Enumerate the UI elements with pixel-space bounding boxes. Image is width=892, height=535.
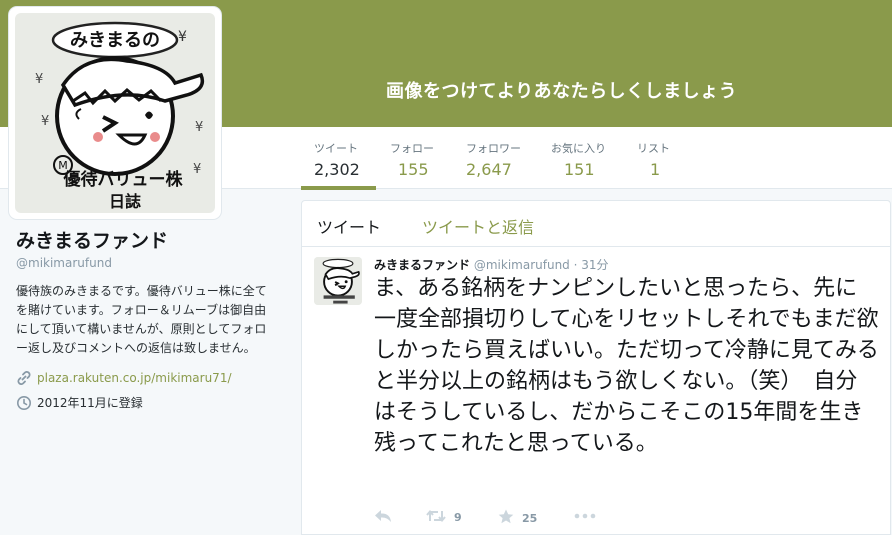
reply-icon xyxy=(374,509,400,526)
avatar-line1: 優待バリュー株 xyxy=(63,169,184,190)
clock-icon xyxy=(16,395,32,411)
profile-url-link[interactable]: plaza.rakuten.co.jp/mikimaru71/ xyxy=(37,371,232,385)
profile-card: みきまるファンド @mikimarufund 優待族のみきまるです。優待バリュー… xyxy=(16,226,276,411)
stat-label: リスト xyxy=(637,142,670,155)
tweet-timestamp[interactable]: 31分 xyxy=(581,258,608,272)
stat-lists[interactable]: リスト 1 xyxy=(637,140,670,179)
tweet-avatar[interactable] xyxy=(314,257,362,305)
tweet-text: ま、ある銘柄をナンピンしたいと思ったら、先に一度全部損切りして心をリセットしそれ… xyxy=(374,276,879,456)
tab-tweets-and-replies[interactable]: ツイートと返信 xyxy=(422,214,534,238)
stat-value: 155 xyxy=(398,160,429,179)
avatar-yen: ¥ xyxy=(178,29,187,45)
avatar-illustration: みきまるの ¥ M 優待バリュー株 日誌 ¥ ¥ ¥ ¥ xyxy=(35,21,205,211)
link-icon xyxy=(16,370,32,386)
more-icon xyxy=(574,509,604,522)
timeline-panel: ツイート ツイートと返信 みきまるファンド @mikimarufund · 31… xyxy=(301,200,891,535)
avatar-yen: ¥ xyxy=(35,72,43,87)
stat-value: 2,302 xyxy=(314,160,360,179)
tab-tweets[interactable]: ツイート xyxy=(317,214,381,238)
stat-label: フォロワー xyxy=(466,142,521,155)
avatar-yen: ¥ xyxy=(195,120,203,135)
profile-joined-row: 2012年11月に登録 xyxy=(16,394,276,411)
favorite-button[interactable]: 25 xyxy=(498,509,537,527)
retweet-icon xyxy=(426,509,454,526)
stat-label: フォロー xyxy=(390,142,434,155)
more-button[interactable] xyxy=(574,509,604,522)
tweet-separator: · xyxy=(573,258,578,272)
profile-name[interactable]: みきまるファンド xyxy=(16,226,276,253)
stat-value: 1 xyxy=(650,160,661,179)
profile-handle[interactable]: @mikimarufund xyxy=(16,256,276,270)
avatar-yen: ¥ xyxy=(41,114,49,129)
active-stat-underline xyxy=(301,186,376,190)
stat-label: ツイート xyxy=(314,142,358,155)
tweet-avatar-illustration xyxy=(314,257,362,305)
profile-avatar[interactable]: みきまるの ¥ M 優待バリュー株 日誌 ¥ ¥ ¥ ¥ xyxy=(9,7,221,219)
timeline-tabs: ツイート ツイートと返信 xyxy=(302,201,890,247)
tweet-actions: 9 25 xyxy=(374,509,874,529)
avatar-title: みきまるの xyxy=(70,30,160,51)
stat-favorites[interactable]: お気に入り 151 xyxy=(551,140,606,179)
favorite-count: 25 xyxy=(522,511,538,525)
avatar-line2: 日誌 xyxy=(109,192,141,211)
retweet-button[interactable]: 9 xyxy=(426,509,462,526)
avatar-drawing: みきまるの ¥ M 優待バリュー株 日誌 ¥ ¥ ¥ ¥ xyxy=(15,13,215,213)
reply-button[interactable] xyxy=(374,509,400,526)
header-image-prompt[interactable]: 画像をつけてよりあなたらしくしましょう xyxy=(386,77,737,103)
profile-joined-date: 2012年11月に登録 xyxy=(37,396,143,410)
profile-bio: 優待族のみきまるです。優待バリュー株に全てを賭けています。フォロー＆リムーブは御… xyxy=(16,284,267,355)
tweet-header: みきまるファンド @mikimarufund · 31分 xyxy=(374,256,609,273)
stat-label: お気に入り xyxy=(551,142,606,155)
stat-tweets[interactable]: ツイート 2,302 xyxy=(314,140,360,179)
avatar-yen: ¥ xyxy=(193,162,201,177)
star-icon xyxy=(498,509,522,527)
stat-following[interactable]: フォロー 155 xyxy=(390,140,434,179)
profile-url-row: plaza.rakuten.co.jp/mikimaru71/ xyxy=(16,370,276,386)
tweet-author-handle[interactable]: @mikimarufund xyxy=(474,258,570,272)
stat-followers[interactable]: フォロワー 2,647 xyxy=(466,140,521,179)
retweet-count: 9 xyxy=(454,511,462,524)
stat-value: 2,647 xyxy=(466,160,512,179)
tweet-author-name[interactable]: みきまるファンド xyxy=(374,258,470,272)
stat-value: 151 xyxy=(564,160,595,179)
